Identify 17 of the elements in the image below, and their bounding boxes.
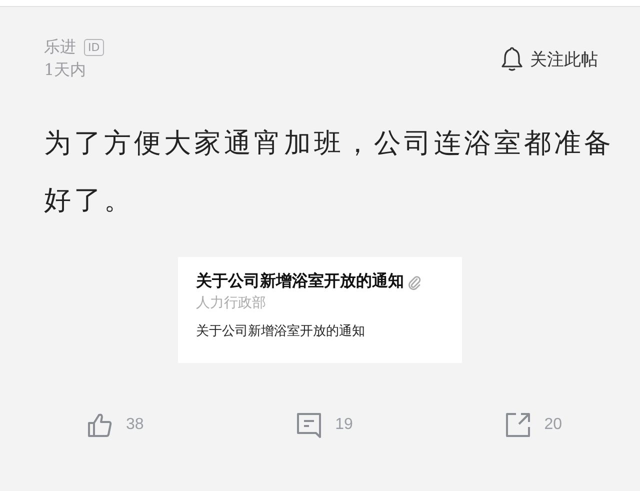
comment-icon	[295, 411, 324, 439]
like-button[interactable]: 38	[86, 411, 144, 439]
thumbs-up-icon	[86, 411, 114, 439]
department-name: 人力行政部	[196, 294, 267, 312]
post-time: 1天内	[44, 60, 88, 81]
author-name: 乐进	[44, 37, 76, 58]
notice-body: 关于公司新增浴室开放的通知	[196, 323, 366, 340]
notice-title: 关于公司新增浴室开放的通知	[196, 271, 404, 292]
share-button[interactable]: 20	[504, 411, 562, 439]
bell-icon	[500, 46, 524, 72]
notice-card[interactable]: 关于公司新增浴室开放的通知 人力行政部 关于公司新增浴室开放的通知	[178, 257, 462, 363]
paperclip-icon	[407, 274, 421, 290]
id-badge: ID	[84, 39, 104, 56]
comment-button[interactable]: 19	[295, 411, 353, 439]
share-icon	[504, 411, 532, 439]
post-text: 为了方便大家通宵加班，公司连浴室都准备好了。	[44, 127, 615, 218]
follow-button[interactable]: 关注此帖	[500, 46, 598, 72]
